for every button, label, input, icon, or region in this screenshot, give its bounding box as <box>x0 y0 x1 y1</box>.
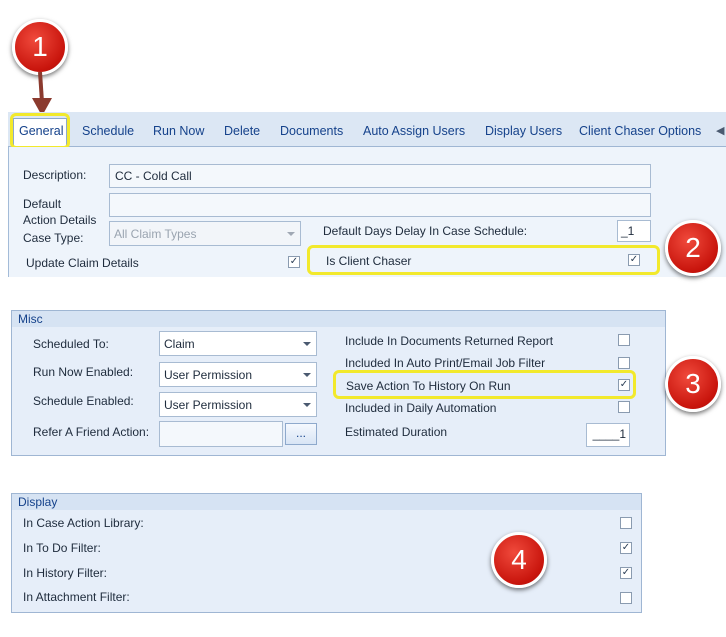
run-now-enabled-label: Run Now Enabled: <box>33 365 134 379</box>
scheduled-to-label: Scheduled To: <box>33 337 109 351</box>
description-field[interactable]: CC - Cold Call <box>109 164 651 188</box>
save-history-label: Save Action To History On Run <box>346 379 511 393</box>
refer-a-friend-field[interactable] <box>159 421 283 447</box>
in-to-do-filter-checkbox[interactable]: ✓ <box>620 542 632 554</box>
auto-print-label: Included In Auto Print/Email Job Filter <box>345 356 546 370</box>
default-days-label: Default Days Delay In Case Schedule: <box>323 224 528 238</box>
callout-3-badge: 3 <box>665 356 721 412</box>
tab-auto-assign-users[interactable]: Auto Assign Users <box>363 124 465 138</box>
default-days-field[interactable]: _1 <box>617 220 651 242</box>
callout-2-badge: 2 <box>665 220 721 276</box>
is-client-chaser-checkbox[interactable]: ✓ <box>628 254 640 266</box>
include-docs-checkbox[interactable] <box>618 334 630 346</box>
scheduled-to-value: Claim <box>164 337 195 351</box>
tab-scroll-left-icon[interactable]: ◀ <box>716 124 724 137</box>
daily-automation-checkbox[interactable] <box>618 401 630 413</box>
refer-a-friend-browse-button[interactable]: ... <box>285 423 317 445</box>
tab-client-chaser-options[interactable]: Client Chaser Options <box>579 124 701 138</box>
display-group-title: Display <box>12 494 641 510</box>
include-docs-label: Include In Documents Returned Report <box>345 334 554 348</box>
description-label: Description: <box>23 168 87 182</box>
daily-automation-label: Included in Daily Automation <box>345 401 497 415</box>
schedule-enabled-label: Schedule Enabled: <box>33 394 134 408</box>
chevron-down-icon <box>287 232 295 236</box>
tab-schedule[interactable]: Schedule <box>82 124 134 138</box>
update-claim-label: Update Claim Details <box>26 256 139 270</box>
run-now-enabled-value: User Permission <box>164 368 253 382</box>
estimated-duration-label: Estimated Duration <box>345 425 448 439</box>
in-attachment-filter-label: In Attachment Filter: <box>23 590 130 604</box>
chevron-down-icon <box>303 403 311 407</box>
tab-display-users[interactable]: Display Users <box>485 124 562 138</box>
is-client-chaser-label: Is Client Chaser <box>326 254 412 268</box>
schedule-enabled-value: User Permission <box>164 398 253 412</box>
in-history-filter-checkbox[interactable]: ✓ <box>620 567 632 579</box>
default-action-details-label: Default Action Details <box>23 197 97 227</box>
chevron-down-icon <box>303 373 311 377</box>
in-case-action-library-label: In Case Action Library: <box>23 516 144 530</box>
tab-delete[interactable]: Delete <box>224 124 260 138</box>
refer-a-friend-label: Refer A Friend Action: <box>33 425 150 439</box>
case-type-value: All Claim Types <box>114 227 197 241</box>
case-type-label: Case Type: <box>23 231 84 245</box>
update-claim-checkbox[interactable]: ✓ <box>288 256 300 268</box>
in-history-filter-label: In History Filter: <box>23 566 108 580</box>
in-to-do-filter-label: In To Do Filter: <box>23 541 101 555</box>
scheduled-to-select[interactable]: Claim <box>159 331 317 356</box>
case-type-select[interactable]: All Claim Types <box>109 221 301 246</box>
tab-documents[interactable]: Documents <box>280 124 343 138</box>
schedule-enabled-select[interactable]: User Permission <box>159 392 317 417</box>
chevron-down-icon <box>303 342 311 346</box>
auto-print-checkbox[interactable] <box>618 357 630 369</box>
run-now-enabled-select[interactable]: User Permission <box>159 362 317 387</box>
tab-run-now[interactable]: Run Now <box>153 124 204 138</box>
callout-4-badge: 4 <box>491 532 547 588</box>
save-history-checkbox[interactable]: ✓ <box>618 379 630 391</box>
in-attachment-filter-checkbox[interactable] <box>620 592 632 604</box>
default-action-details-field[interactable] <box>109 193 651 217</box>
in-case-action-library-checkbox[interactable] <box>620 517 632 529</box>
estimated-duration-field[interactable]: ____1 <box>586 423 630 447</box>
callout-1-badge: 1 <box>12 19 68 75</box>
misc-group-title: Misc <box>12 311 665 327</box>
tab-general[interactable]: General <box>19 124 63 138</box>
